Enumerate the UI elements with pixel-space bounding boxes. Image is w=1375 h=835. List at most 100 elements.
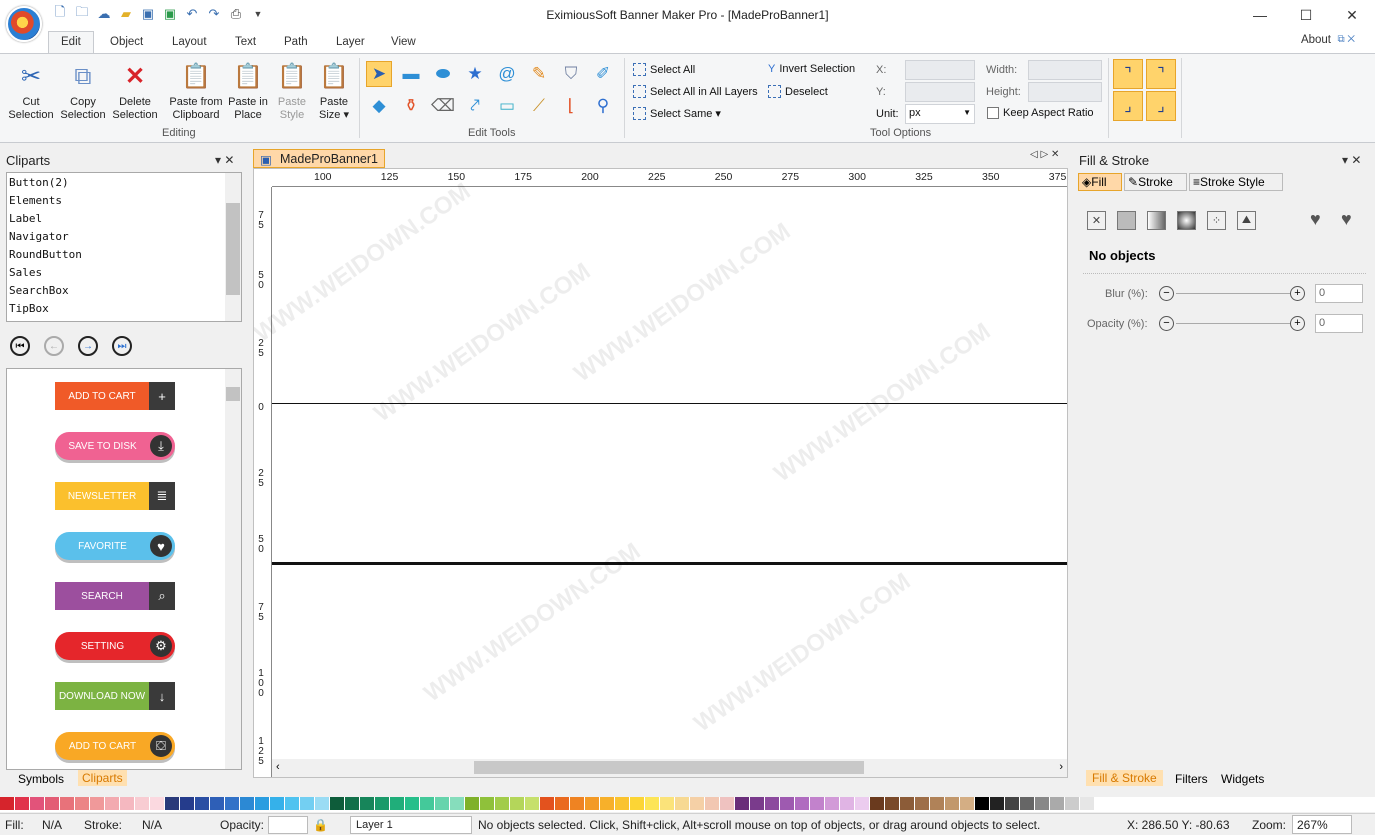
ribbon-restore-icon[interactable]: ⧉ ✕ xyxy=(1337,34,1355,45)
copy-selection-button[interactable]: ⧉ Copy Selection xyxy=(58,60,108,122)
delete-selection-button[interactable]: ✕ Delete Selection xyxy=(110,60,160,122)
close-button[interactable]: ✕ xyxy=(1329,0,1375,30)
tab-layout[interactable]: Layout xyxy=(172,36,207,48)
list-item[interactable]: Sales xyxy=(7,263,241,281)
connector-tool-icon[interactable]: ⌊ xyxy=(558,93,584,119)
align-bottom-left-icon[interactable]: ⌟ xyxy=(1113,91,1143,121)
gallery-scrollbar[interactable] xyxy=(225,369,241,769)
flat-color-icon[interactable] xyxy=(1117,211,1136,230)
palette-swatch[interactable] xyxy=(60,797,75,810)
palette-swatch[interactable] xyxy=(75,797,90,810)
node-tool-icon[interactable]: ◆ xyxy=(366,93,392,119)
opacity-status-input[interactable] xyxy=(268,816,308,834)
palette-swatch[interactable] xyxy=(840,797,855,810)
palette-swatch[interactable] xyxy=(285,797,300,810)
palette-swatch[interactable] xyxy=(540,797,555,810)
palette-swatch[interactable] xyxy=(870,797,885,810)
gradient-tool-icon[interactable]: ▭ xyxy=(494,93,520,119)
palette-swatch[interactable] xyxy=(795,797,810,810)
rectangle-tool-icon[interactable]: ▬ xyxy=(398,61,424,87)
palette-swatch[interactable] xyxy=(315,797,330,810)
about-link[interactable]: About xyxy=(1301,34,1331,46)
clipart-button-item[interactable]: SEARCH ⌕ xyxy=(55,582,175,610)
palette-swatch[interactable] xyxy=(945,797,960,810)
palette-swatch[interactable] xyxy=(1020,797,1035,810)
keep-aspect-checkbox[interactable]: Keep Aspect Ratio xyxy=(987,107,1094,119)
palette-swatch[interactable] xyxy=(780,797,795,810)
blur-spinner[interactable]: 0 xyxy=(1315,284,1363,303)
tab-edit[interactable]: Edit xyxy=(48,31,94,54)
tab-filters[interactable]: Filters xyxy=(1175,772,1208,786)
palette-swatch[interactable] xyxy=(105,797,120,810)
scroll-left-icon[interactable]: ‹ xyxy=(276,761,280,773)
list-item[interactable]: Label xyxy=(7,209,241,227)
previous-icon[interactable]: ← xyxy=(44,336,64,356)
clipart-button-item[interactable]: ADD TO CART ⛋ xyxy=(55,732,175,760)
tab-object[interactable]: Object xyxy=(110,36,143,48)
palette-swatch[interactable] xyxy=(450,797,465,810)
minimize-button[interactable]: — xyxy=(1237,0,1283,30)
zoom-tool-icon[interactable]: ⚲ xyxy=(590,93,616,119)
star-tool-icon[interactable]: ★ xyxy=(462,61,488,87)
palette-swatch[interactable] xyxy=(180,797,195,810)
palette-swatch[interactable] xyxy=(720,797,735,810)
palette-swatch[interactable] xyxy=(900,797,915,810)
select-all-layers-button[interactable]: Select All in All Layers xyxy=(633,85,758,98)
x-input[interactable] xyxy=(905,60,975,80)
palette-swatch[interactable] xyxy=(990,797,1005,810)
minus-icon[interactable]: − xyxy=(1159,286,1174,301)
selector-tool-icon[interactable]: ➤ xyxy=(366,61,392,87)
palette-swatch[interactable] xyxy=(570,797,585,810)
scroll-right-icon[interactable]: › xyxy=(1059,761,1063,773)
linear-gradient-icon[interactable] xyxy=(1147,211,1166,230)
palette-swatch[interactable] xyxy=(735,797,750,810)
list-item[interactable]: TipBox xyxy=(7,299,241,317)
palette-swatch[interactable] xyxy=(1035,797,1050,810)
first-page-icon[interactable]: ⏮ xyxy=(10,336,30,356)
palette-swatch[interactable] xyxy=(390,797,405,810)
measure-tool-icon[interactable]: ⟋ xyxy=(526,93,552,119)
pattern-icon[interactable]: ⁘ xyxy=(1207,211,1226,230)
palette-swatch[interactable] xyxy=(165,797,180,810)
palette-swatch[interactable] xyxy=(120,797,135,810)
tab-fill-stroke[interactable]: Fill & Stroke xyxy=(1086,770,1163,786)
list-item[interactable]: RoundButton xyxy=(7,245,241,263)
paste-from-clipboard-button[interactable]: 📋 Paste from Clipboard xyxy=(166,60,226,122)
tab-text[interactable]: Text xyxy=(235,36,256,48)
unit-select[interactable]: px ▼ xyxy=(905,104,975,124)
tab-view[interactable]: View xyxy=(391,36,416,48)
clipart-button-item[interactable]: ADD TO CART + xyxy=(55,382,175,410)
list-scrollbar[interactable] xyxy=(225,173,241,321)
palette-swatch[interactable] xyxy=(300,797,315,810)
palette-swatch[interactable] xyxy=(30,797,45,810)
palette-swatch[interactable] xyxy=(855,797,870,810)
palette-swatch[interactable] xyxy=(195,797,210,810)
pencil-tool-icon[interactable]: ✎ xyxy=(526,61,552,87)
image-fill-icon[interactable]: ⛰ xyxy=(1237,211,1256,230)
list-item[interactable]: Navigator xyxy=(7,227,241,245)
palette-swatch[interactable] xyxy=(210,797,225,810)
palette-swatch[interactable] xyxy=(1065,797,1080,810)
clipart-button-item[interactable]: SETTING ⚙ xyxy=(55,632,175,660)
tab-layer[interactable]: Layer xyxy=(336,36,365,48)
palette-swatch[interactable] xyxy=(645,797,660,810)
no-paint-icon[interactable]: ✕ xyxy=(1087,211,1106,230)
palette-swatch[interactable] xyxy=(975,797,990,810)
width-input[interactable] xyxy=(1028,60,1102,80)
spiral-tool-icon[interactable]: @ xyxy=(494,61,520,87)
palette-swatch[interactable] xyxy=(510,797,525,810)
palette-swatch[interactable] xyxy=(750,797,765,810)
document-tab[interactable]: ▣ MadeProBanner1 xyxy=(253,149,385,168)
maximize-button[interactable]: ☐ xyxy=(1283,0,1329,30)
clipart-button-item[interactable]: FAVORITE ♥ xyxy=(55,532,175,560)
palette-swatch[interactable] xyxy=(360,797,375,810)
tab-stroke-style[interactable]: ≡Stroke Style xyxy=(1189,173,1283,191)
palette-swatch[interactable] xyxy=(960,797,975,810)
palette-swatch[interactable] xyxy=(675,797,690,810)
clipart-button-item[interactable]: NEWSLETTER ≣ xyxy=(55,482,175,510)
palette-swatch[interactable] xyxy=(225,797,240,810)
palette-swatch[interactable] xyxy=(525,797,540,810)
app-logo[interactable] xyxy=(6,6,42,42)
select-same-button[interactable]: Select Same ▾ xyxy=(633,107,721,120)
palette-swatch[interactable] xyxy=(930,797,945,810)
